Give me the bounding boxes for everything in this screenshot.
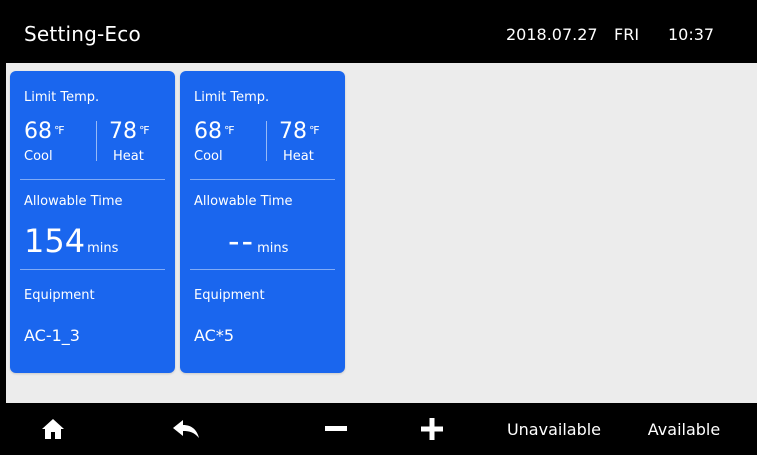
temp-unit: ℉: [54, 124, 65, 137]
day-of-week: FRI: [614, 25, 640, 44]
available-button[interactable]: Available: [642, 403, 726, 455]
heat-temp-value: 78 ℉: [109, 119, 150, 144]
time-unit: mins: [257, 241, 289, 256]
page-title: Setting-Eco: [24, 22, 141, 46]
equipment-value: AC*5: [194, 326, 235, 345]
temp-unit: ℉: [224, 124, 235, 137]
minus-button[interactable]: [322, 403, 350, 455]
heat-label: Heat: [113, 149, 144, 164]
minus-icon: [325, 426, 347, 431]
top-bar: Setting-Eco 2018.07.27 FRI 10:37: [6, 4, 757, 63]
temp-divider: [96, 121, 97, 161]
cool-label: Cool: [24, 149, 53, 164]
temp-divider: [266, 121, 267, 161]
home-button[interactable]: [38, 403, 68, 455]
equipment-label: Equipment: [194, 288, 265, 303]
cool-temp-value: 68 ℉: [24, 119, 65, 144]
section-divider: [20, 179, 165, 180]
section-divider: [20, 269, 165, 270]
section-divider: [190, 179, 335, 180]
allowable-time-label: Allowable Time: [194, 194, 293, 209]
heat-label: Heat: [283, 149, 314, 164]
allowable-time-label: Allowable Time: [24, 194, 123, 209]
date-display: 2018.07.27: [506, 25, 598, 44]
plus-button[interactable]: [418, 403, 446, 455]
time-unit: mins: [87, 241, 119, 256]
allowable-time-value: -- mins: [228, 222, 289, 260]
temp-unit: ℉: [139, 124, 150, 137]
cool-label: Cool: [194, 149, 223, 164]
clock: 10:37: [668, 25, 715, 44]
heat-temp-value: 78 ℉: [279, 119, 320, 144]
equipment-label: Equipment: [24, 288, 95, 303]
temp-unit: ℉: [309, 124, 320, 137]
allowable-time-value: 154 mins: [24, 222, 119, 260]
eco-card[interactable]: Limit Temp. 68 ℉ 78 ℉ Cool Heat Allowable …: [10, 71, 175, 373]
eco-card[interactable]: Limit Temp. 68 ℉ 78 ℉ Cool Heat Allowable …: [180, 71, 345, 373]
back-arrow-icon: [173, 420, 199, 438]
limit-temp-label: Limit Temp.: [24, 90, 100, 105]
limit-temp-label: Limit Temp.: [194, 90, 270, 105]
back-button[interactable]: [170, 403, 202, 455]
bottom-toolbar: Unavailable Available: [6, 403, 757, 455]
home-icon: [42, 419, 64, 439]
content-area: Limit Temp. 68 ℉ 78 ℉ Cool Heat Allowable …: [6, 63, 757, 403]
unavailable-button[interactable]: Unavailable: [502, 403, 606, 455]
cool-temp-value: 68 ℉: [194, 119, 235, 144]
section-divider: [190, 269, 335, 270]
screen: Setting-Eco 2018.07.27 FRI 10:37 Limit T…: [0, 0, 757, 455]
plus-icon: [421, 418, 443, 440]
equipment-value: AC-1_3: [24, 326, 80, 345]
